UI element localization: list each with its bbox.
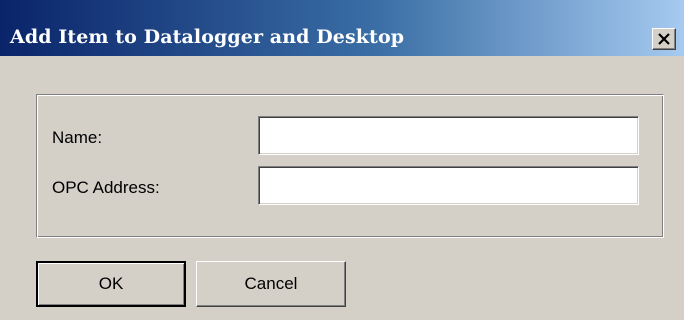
name-label: Name: [52,128,103,147]
opc-address-label: OPC Address: [52,178,160,197]
close-button[interactable] [652,28,676,50]
name-input[interactable] [258,116,639,155]
ok-button-label: OK [98,274,124,293]
title-bar[interactable]: Add Item to Datalogger and Desktop [0,0,684,56]
add-item-dialog: Add Item to Datalogger and Desktop Name:… [0,0,684,320]
cancel-button-label: Cancel [244,274,298,293]
cancel-button[interactable]: Cancel [196,261,346,307]
window-title: Add Item to Datalogger and Desktop [10,26,405,48]
close-icon [658,33,670,45]
opc-address-input[interactable] [258,166,639,205]
ok-button[interactable]: OK [36,261,186,307]
